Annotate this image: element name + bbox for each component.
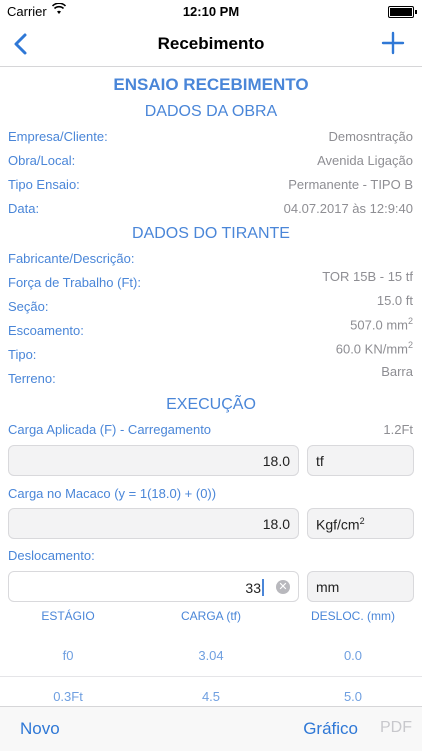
macaco-unit-sup: 2 [359, 516, 365, 526]
macaco-input[interactable]: 18.0 [8, 508, 299, 539]
pdf-button[interactable]: PDF [380, 719, 412, 737]
tirante-value: TOR 15B - 15 tf [322, 269, 413, 284]
tirante-value-wrap: 507.0 mm2 [350, 316, 413, 332]
desloc-unit-field[interactable]: mm [307, 571, 414, 602]
obra-row: Empresa/Cliente: Demosntração [0, 126, 422, 148]
desloc-input-value: 33 [245, 580, 261, 596]
tirante-label: Fabricante/Descrição: [8, 251, 135, 266]
page-title: Recebimento [157, 34, 265, 53]
tirante-row: Tipo: 60.0 KN/mm2 [0, 340, 422, 366]
macaco-row: Carga no Macaco (y = 1(18.0) + (0)) [0, 483, 422, 505]
macaco-input-value: 18.0 [262, 516, 290, 532]
cell-stage: f0 [62, 648, 74, 663]
desloc-label: Deslocamento: [8, 548, 95, 563]
tirante-label: Tipo: [8, 347, 37, 362]
battery-icon [388, 6, 417, 18]
obra-value: Avenida Ligação [317, 153, 413, 168]
tirante-row: Fabricante/Descrição: [0, 248, 422, 270]
carga-unit: tf [316, 453, 324, 469]
cell-load: 4.5 [201, 689, 221, 704]
obra-row: Obra/Local: Avenida Ligação [0, 150, 422, 172]
obra-value: Demosntração [328, 129, 413, 144]
macaco-label: Carga no Macaco (y = 1(18.0) + (0)) [8, 486, 217, 501]
desloc-input-wrap: 33 [245, 579, 264, 596]
carga-input-value: 18.0 [262, 453, 290, 469]
text-cursor [262, 579, 264, 596]
obra-label: Data: [8, 201, 40, 216]
tirante-value: Barra [381, 364, 413, 379]
tirante-value-sup: 2 [407, 340, 413, 350]
tirante-value: 60.0 KN/mm [335, 341, 408, 357]
clear-icon[interactable]: ✕ [276, 580, 290, 594]
table-row[interactable]: 0.3Ft 4.5 5.0 [0, 677, 422, 705]
obra-label: Empresa/Cliente: [8, 129, 108, 144]
execucao-section-title: EXECUÇÃO [166, 396, 256, 413]
obra-value: 04.07.2017 às 12:9:40 [283, 201, 413, 216]
obra-label: Obra/Local: [8, 153, 76, 168]
add-icon[interactable] [380, 30, 406, 56]
obra-row: Data: 04.07.2017 às 12:9:40 [0, 198, 422, 220]
grafico-button[interactable]: Gráfico [303, 719, 358, 739]
desloc-unit: mm [316, 579, 340, 595]
tirante-label: Seção: [8, 299, 49, 314]
column-header: ESTÁGIO [41, 609, 95, 623]
form-title: ENSAIO RECEBIMENTO [113, 75, 309, 94]
tirante-row: Escoamento: 507.0 mm2 [0, 316, 422, 342]
cell-load: 3.04 [198, 648, 224, 663]
scroll-content[interactable]: ENSAIO RECEBIMENTO DADOS DA OBRA Empresa… [0, 67, 422, 705]
novo-button[interactable]: Novo [20, 719, 60, 739]
tirante-value: 507.0 mm [350, 317, 408, 333]
cell-displacement: 5.0 [343, 689, 363, 704]
carga-row: Carga Aplicada (F) - Carregamento 1.2Ft [0, 419, 422, 441]
status-bar: Carrier 12:10 PM [0, 0, 422, 22]
tirante-label: Terreno: [8, 371, 56, 386]
carga-ratio: 1.2Ft [383, 422, 413, 437]
bottom-toolbar: Novo Gráfico PDF [0, 706, 422, 751]
tirante-row: Força de Trabalho (Ft): TOR 15B - 15 tf [0, 269, 422, 294]
carga-label: Carga Aplicada (F) - Carregamento [8, 422, 212, 437]
macaco-unit-field[interactable]: Kgf/cm2 [307, 508, 414, 539]
obra-row: Tipo Ensaio: Permanente - TIPO B [0, 174, 422, 196]
macaco-unit-wrap: Kgf/cm2 [316, 516, 365, 533]
tirante-label: Escoamento: [8, 323, 84, 338]
obra-value: Permanente - TIPO B [288, 177, 413, 192]
column-header: DESLOC. (mm) [311, 609, 395, 623]
desloc-input[interactable]: 33 ✕ [8, 571, 299, 602]
navigation-bar: Recebimento [0, 22, 422, 67]
carga-unit-field[interactable]: tf [307, 445, 414, 476]
column-header: CARGA (tf) [180, 609, 241, 623]
macaco-unit: Kgf/cm [316, 516, 360, 533]
obra-label: Tipo Ensaio: [8, 177, 80, 192]
table-row[interactable]: f0 3.04 0.0 [0, 636, 422, 677]
obra-section-title: DADOS DA OBRA [144, 103, 278, 120]
tirante-row: Terreno: Barra [0, 364, 422, 390]
tirante-section-title: DADOS DO TIRANTE [132, 225, 290, 242]
clock: 12:10 PM [182, 4, 240, 19]
tirante-value: 15.0 ft [376, 293, 413, 308]
tirante-label: Força de Trabalho (Ft): [8, 275, 141, 290]
cell-stage: 0.3Ft [53, 689, 83, 704]
tirante-row: Seção: 15.0 ft [0, 293, 422, 318]
tirante-value-wrap: 60.0 KN/mm2 [336, 340, 413, 356]
desloc-row: Deslocamento: [0, 545, 422, 567]
carga-input[interactable]: 18.0 [8, 445, 299, 476]
tirante-value-sup: 2 [407, 316, 413, 326]
cell-displacement: 0.0 [343, 648, 363, 663]
